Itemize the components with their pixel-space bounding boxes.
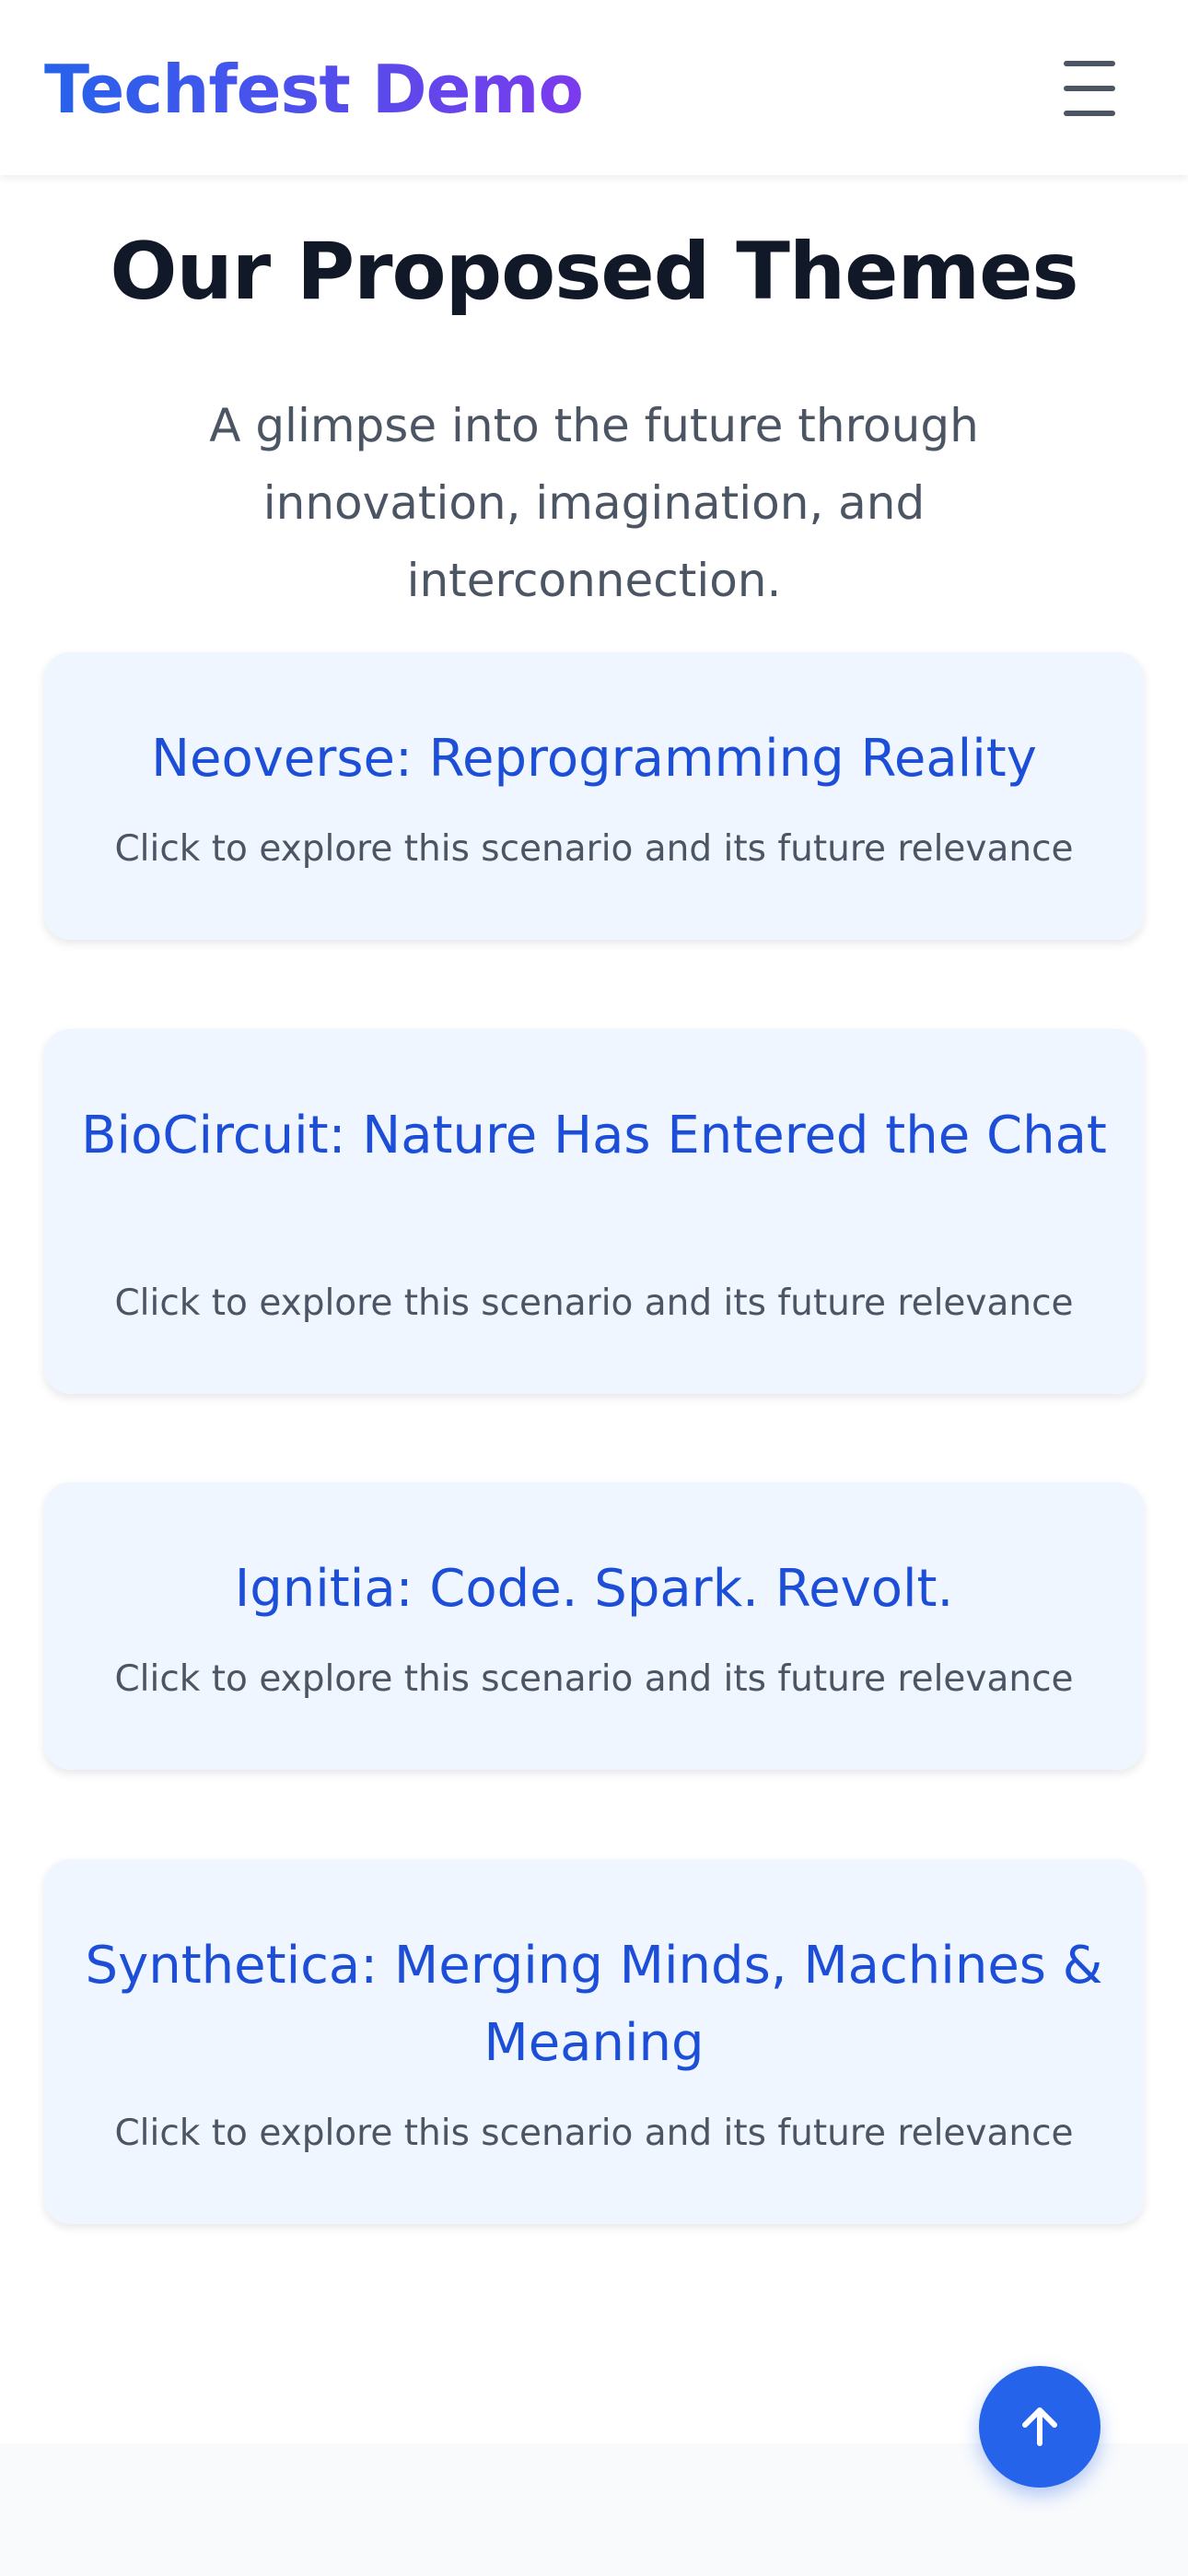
brand-logo-text[interactable]: Techfest Demo: [44, 51, 584, 128]
theme-card-biocircuit[interactable]: BioCircuit: Nature Has Entered the Chat …: [44, 1029, 1144, 1394]
page-title: Our Proposed Themes: [110, 226, 1078, 318]
theme-card-ignitia[interactable]: Ignitia: Code. Spark. Revolt. Click to e…: [44, 1482, 1144, 1770]
theme-card-description: Click to explore this scenario and its f…: [114, 828, 1074, 870]
theme-card-description: Click to explore this scenario and its f…: [114, 1282, 1074, 1324]
theme-card-description: Click to explore this scenario and its f…: [114, 1658, 1074, 1700]
menu-bar: [1064, 111, 1115, 116]
scroll-to-top-button[interactable]: [979, 2366, 1101, 2488]
menu-bar: [1064, 86, 1115, 91]
theme-card-title: Neoverse: Reprogramming Reality: [151, 729, 1037, 789]
page-subtitle: A glimpse into the future through innova…: [209, 399, 979, 607]
menu-bar: [1064, 61, 1115, 66]
hamburger-menu-icon[interactable]: [1059, 61, 1120, 116]
theme-card-description: Click to explore this scenario and its f…: [114, 2113, 1074, 2154]
theme-card-synthetica[interactable]: Synthetica: Merging Minds, Machines & Me…: [44, 1859, 1144, 2224]
arrow-up-icon: [1022, 2407, 1057, 2446]
theme-card-neoverse[interactable]: Neoverse: Reprogramming Reality Click to…: [44, 652, 1144, 940]
theme-card-title: Ignitia: Code. Spark. Revolt.: [234, 1559, 954, 1619]
theme-card-title: BioCircuit: Nature Has Entered the Chat: [81, 1106, 1107, 1165]
site-header: Techfest Demo: [0, 0, 1188, 175]
theme-card-title: Synthetica: Merging Minds, Machines & Me…: [85, 1936, 1103, 2073]
